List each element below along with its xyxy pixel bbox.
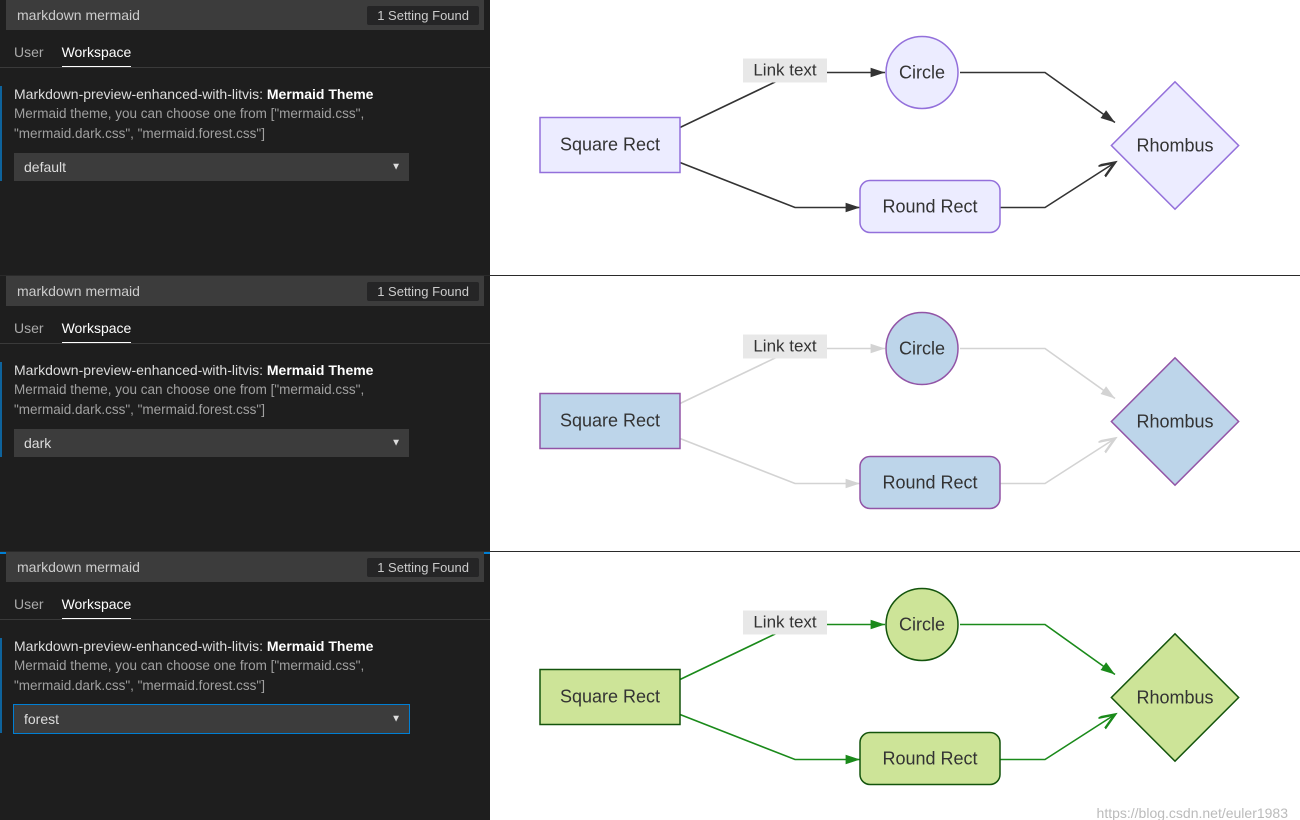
- setting-extension-name: Markdown-preview-enhanced-with-litvis:: [14, 638, 263, 654]
- setting-select[interactable]: default ▼: [14, 153, 409, 181]
- edge-circle-rhombus: [960, 625, 1115, 675]
- edge-circle-rhombus: [960, 73, 1115, 123]
- mermaid-preview: Link text Square Rect Circle Round Rect …: [490, 0, 1300, 275]
- node-rhombus: Rhombus: [1111, 82, 1238, 209]
- setting-select-value: default: [24, 159, 66, 175]
- edge-circle-rhombus: [960, 349, 1115, 399]
- chevron-down-icon: ▼: [391, 161, 401, 172]
- settings-search-row: 1 Setting Found: [6, 276, 484, 306]
- settings-result-badge: 1 Setting Found: [367, 6, 479, 25]
- node-rhombus-label: Rhombus: [1136, 136, 1213, 156]
- edge-round-rhombus: [1000, 715, 1115, 760]
- node-square-rect-label: Square Rect: [560, 411, 660, 431]
- settings-search-input[interactable]: [7, 279, 367, 303]
- mermaid-preview: Link text Square Rect Circle Round Rect …: [490, 276, 1300, 551]
- chevron-down-icon: ▼: [391, 713, 401, 724]
- setting-select-value: dark: [24, 435, 51, 451]
- setting-name: Mermaid Theme: [267, 362, 374, 378]
- edge-round-rhombus: [1000, 439, 1115, 484]
- tab-workspace[interactable]: Workspace: [62, 320, 132, 343]
- setting-extension-name: Markdown-preview-enhanced-with-litvis:: [14, 86, 263, 102]
- node-round-rect-label: Round Rect: [882, 197, 977, 217]
- edge-label-text: Link text: [753, 337, 817, 356]
- settings-search-input[interactable]: [7, 3, 367, 27]
- setting-select-value: forest: [24, 711, 59, 727]
- node-round-rect-label: Round Rect: [882, 473, 977, 493]
- edge-label-text: Link text: [753, 613, 817, 632]
- settings-search-row: 1 Setting Found: [6, 552, 484, 582]
- comparison-row: 1 Setting Found User Workspace Markdown-…: [0, 552, 1300, 820]
- setting-select[interactable]: forest ▼: [14, 705, 409, 733]
- settings-search-input[interactable]: [7, 555, 367, 579]
- settings-panel: 1 Setting Found User Workspace Markdown-…: [0, 552, 490, 820]
- setting-title: Markdown-preview-enhanced-with-litvis: M…: [14, 86, 470, 102]
- node-circle-label: Circle: [899, 339, 945, 359]
- setting-extension-name: Markdown-preview-enhanced-with-litvis:: [14, 362, 263, 378]
- edge-square-round: [680, 439, 860, 484]
- settings-scope-tabs: User Workspace: [0, 312, 490, 344]
- mermaid-diagram: Link text Square Rect Circle Round Rect …: [490, 552, 1300, 820]
- tab-user[interactable]: User: [14, 320, 44, 343]
- node-rhombus: Rhombus: [1111, 634, 1238, 761]
- node-circle-label: Circle: [899, 63, 945, 83]
- settings-result-badge: 1 Setting Found: [367, 558, 479, 577]
- node-rhombus-label: Rhombus: [1136, 688, 1213, 708]
- settings-scope-tabs: User Workspace: [0, 588, 490, 620]
- node-square-rect-label: Square Rect: [560, 135, 660, 155]
- node-square-rect-label: Square Rect: [560, 687, 660, 707]
- settings-panel: 1 Setting Found User Workspace Markdown-…: [0, 276, 490, 551]
- tab-user[interactable]: User: [14, 596, 44, 619]
- node-circle-label: Circle: [899, 615, 945, 635]
- settings-search-row: 1 Setting Found: [6, 0, 484, 30]
- edge-round-rhombus: [1000, 163, 1115, 208]
- setting-description: Mermaid theme, you can choose one from […: [14, 656, 470, 697]
- setting-description: Mermaid theme, you can choose one from […: [14, 380, 470, 421]
- node-rhombus-label: Rhombus: [1136, 412, 1213, 432]
- mermaid-diagram: Link text Square Rect Circle Round Rect …: [490, 0, 1300, 275]
- edge-label-text: Link text: [753, 61, 817, 80]
- setting-title: Markdown-preview-enhanced-with-litvis: M…: [14, 362, 470, 378]
- setting-item: Markdown-preview-enhanced-with-litvis: M…: [0, 638, 480, 733]
- comparison-row: 1 Setting Found User Workspace Markdown-…: [0, 276, 1300, 552]
- setting-name: Mermaid Theme: [267, 86, 374, 102]
- setting-description: Mermaid theme, you can choose one from […: [14, 104, 470, 145]
- node-rhombus: Rhombus: [1111, 358, 1238, 485]
- comparison-row: 1 Setting Found User Workspace Markdown-…: [0, 0, 1300, 276]
- settings-scope-tabs: User Workspace: [0, 36, 490, 68]
- mermaid-preview: Link text Square Rect Circle Round Rect …: [490, 552, 1300, 820]
- tab-workspace[interactable]: Workspace: [62, 596, 132, 619]
- setting-name: Mermaid Theme: [267, 638, 374, 654]
- tab-user[interactable]: User: [14, 44, 44, 67]
- tab-workspace[interactable]: Workspace: [62, 44, 132, 67]
- node-round-rect-label: Round Rect: [882, 749, 977, 769]
- edge-square-round: [680, 163, 860, 208]
- setting-select[interactable]: dark ▼: [14, 429, 409, 457]
- chevron-down-icon: ▼: [391, 437, 401, 448]
- settings-result-badge: 1 Setting Found: [367, 282, 479, 301]
- setting-item: Markdown-preview-enhanced-with-litvis: M…: [0, 86, 480, 181]
- setting-item: Markdown-preview-enhanced-with-litvis: M…: [0, 362, 480, 457]
- mermaid-diagram: Link text Square Rect Circle Round Rect …: [490, 276, 1300, 551]
- setting-title: Markdown-preview-enhanced-with-litvis: M…: [14, 638, 470, 654]
- edge-square-round: [680, 715, 860, 760]
- settings-panel: 1 Setting Found User Workspace Markdown-…: [0, 0, 490, 275]
